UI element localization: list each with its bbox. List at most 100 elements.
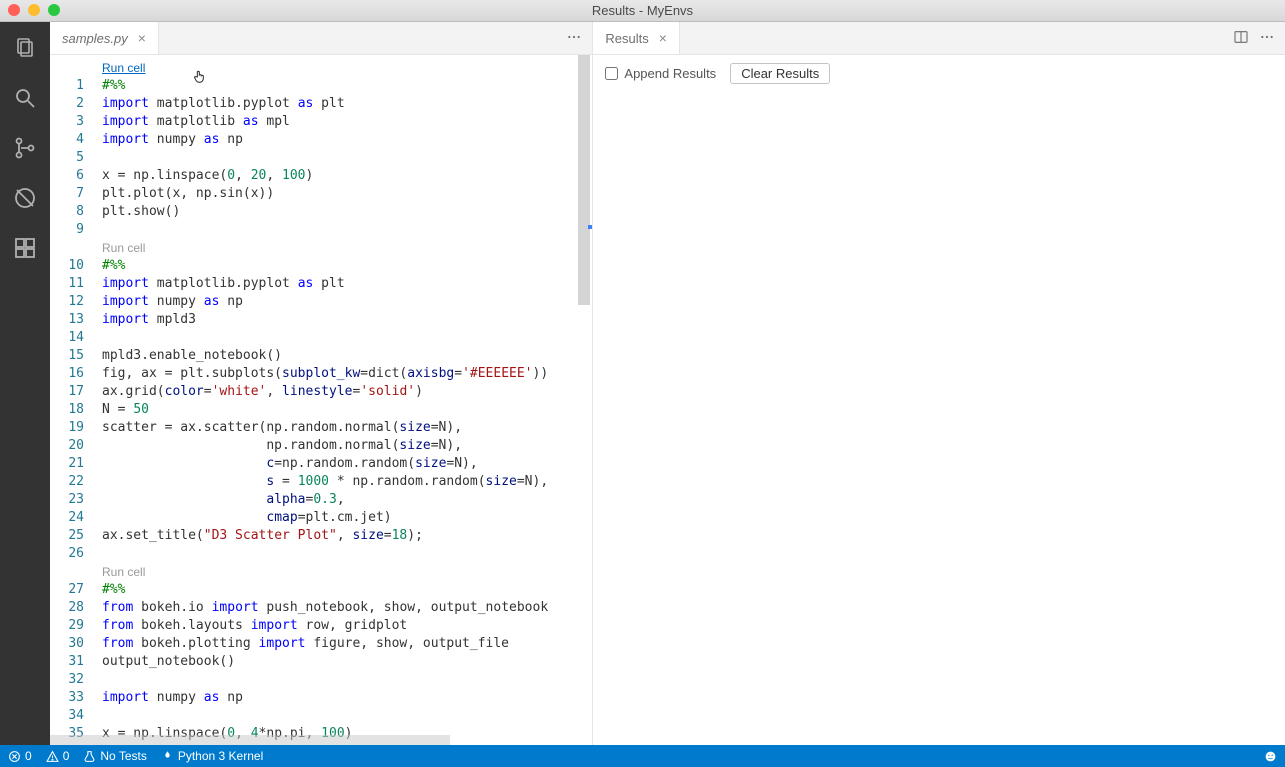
results-toolbar: Append Results Clear Results xyxy=(593,55,1285,92)
tab-label: Results xyxy=(605,31,648,46)
code-line[interactable]: ax.set_title("D3 Scatter Plot", size=18)… xyxy=(102,527,592,545)
tests-label: No Tests xyxy=(100,749,146,763)
code-line[interactable]: N = 50 xyxy=(102,401,592,419)
line-number: 7 xyxy=(50,185,84,203)
code-line[interactable]: np.random.normal(size=N), xyxy=(102,437,592,455)
code-editor[interactable]: 1234567891011121314151617181920212223242… xyxy=(50,55,592,745)
line-number: 12 xyxy=(50,293,84,311)
line-number: 33 xyxy=(50,689,84,707)
window-title: Results - MyEnvs xyxy=(592,3,693,18)
line-number: 27 xyxy=(50,581,84,599)
kernel-label: Python 3 Kernel xyxy=(178,749,263,763)
editor-tabs-left: samples.py × xyxy=(50,22,592,55)
status-errors[interactable]: 0 xyxy=(8,749,32,763)
code-line[interactable]: cmap=plt.cm.jet) xyxy=(102,509,592,527)
minimap[interactable] xyxy=(578,55,592,745)
line-number: 1 xyxy=(50,77,84,95)
code-line[interactable]: plt.plot(x, np.sin(x)) xyxy=(102,185,592,203)
titlebar: Results - MyEnvs xyxy=(0,0,1285,22)
code-line[interactable]: import numpy as np xyxy=(102,689,592,707)
horizontal-scrollbar[interactable] xyxy=(50,735,450,745)
line-number: 13 xyxy=(50,311,84,329)
line-number: 18 xyxy=(50,401,84,419)
source-control-icon[interactable] xyxy=(11,134,39,162)
line-number: 17 xyxy=(50,383,84,401)
status-kernel[interactable]: Python 3 Kernel xyxy=(161,749,263,763)
code-line[interactable]: #%% xyxy=(102,257,592,275)
run-cell-codelens[interactable]: Run cell xyxy=(102,563,592,581)
clear-results-button[interactable]: Clear Results xyxy=(730,63,830,84)
code-line[interactable]: from bokeh.plotting import figure, show,… xyxy=(102,635,592,653)
append-results-label: Append Results xyxy=(624,66,716,81)
code-line[interactable]: ax.grid(color='white', linestyle='solid'… xyxy=(102,383,592,401)
line-number: 6 xyxy=(50,167,84,185)
status-feedback[interactable] xyxy=(1264,750,1277,763)
editor-tabs-right: Results × xyxy=(593,22,1285,55)
code-line[interactable]: import mpld3 xyxy=(102,311,592,329)
status-tests[interactable]: No Tests xyxy=(83,749,146,763)
code-line[interactable]: from bokeh.layouts import row, gridplot xyxy=(102,617,592,635)
traffic-minimize[interactable] xyxy=(28,4,40,16)
debug-icon[interactable] xyxy=(11,184,39,212)
code-line[interactable]: import numpy as np xyxy=(102,131,592,149)
code-line[interactable] xyxy=(102,149,592,167)
split-editor-icon[interactable] xyxy=(1233,29,1249,48)
close-icon[interactable]: × xyxy=(138,31,146,45)
line-number: 19 xyxy=(50,419,84,437)
line-number: 21 xyxy=(50,455,84,473)
explorer-icon[interactable] xyxy=(11,34,39,62)
line-number: 30 xyxy=(50,635,84,653)
line-number: 5 xyxy=(50,149,84,167)
code-line[interactable]: x = np.linspace(0, 20, 100) xyxy=(102,167,592,185)
code-line[interactable]: #%% xyxy=(102,581,592,599)
run-cell-codelens[interactable]: Run cell xyxy=(102,239,592,257)
code-line[interactable]: mpld3.enable_notebook() xyxy=(102,347,592,365)
line-number: 2 xyxy=(50,95,84,113)
append-results-input[interactable] xyxy=(605,67,618,80)
code-line[interactable]: c=np.random.random(size=N), xyxy=(102,455,592,473)
tab-samples-py[interactable]: samples.py × xyxy=(50,22,159,54)
code-line[interactable]: plt.show() xyxy=(102,203,592,221)
search-icon[interactable] xyxy=(11,84,39,112)
code-line[interactable]: import matplotlib as mpl xyxy=(102,113,592,131)
code-line[interactable]: #%% xyxy=(102,77,592,95)
traffic-close[interactable] xyxy=(8,4,20,16)
run-cell-codelens[interactable]: Run cell xyxy=(102,59,592,77)
code-line[interactable]: scatter = ax.scatter(np.random.normal(si… xyxy=(102,419,592,437)
warning-count: 0 xyxy=(63,749,70,763)
line-number: 15 xyxy=(50,347,84,365)
status-bar: 0 0 No Tests Python 3 Kernel xyxy=(0,745,1285,767)
extensions-icon[interactable] xyxy=(11,234,39,262)
tab-label: samples.py xyxy=(62,31,128,46)
traffic-maximize[interactable] xyxy=(48,4,60,16)
line-number: 32 xyxy=(50,671,84,689)
code-line[interactable]: import matplotlib.pyplot as plt xyxy=(102,95,592,113)
line-number: 31 xyxy=(50,653,84,671)
status-warnings[interactable]: 0 xyxy=(46,749,70,763)
activity-bar xyxy=(0,22,50,745)
tab-results[interactable]: Results × xyxy=(593,22,680,54)
code-line[interactable]: s = 1000 * np.random.random(size=N), xyxy=(102,473,592,491)
error-count: 0 xyxy=(25,749,32,763)
code-line[interactable]: import numpy as np xyxy=(102,293,592,311)
more-icon[interactable] xyxy=(566,29,582,48)
code-line[interactable]: alpha=0.3, xyxy=(102,491,592,509)
line-number: 14 xyxy=(50,329,84,347)
more-icon[interactable] xyxy=(1259,29,1275,48)
code-line[interactable] xyxy=(102,329,592,347)
line-number: 4 xyxy=(50,131,84,149)
code-line[interactable] xyxy=(102,671,592,689)
line-number: 16 xyxy=(50,365,84,383)
line-number: 11 xyxy=(50,275,84,293)
close-icon[interactable]: × xyxy=(659,31,667,45)
line-gutter: 1234567891011121314151617181920212223242… xyxy=(50,55,102,745)
line-number: 34 xyxy=(50,707,84,725)
code-line[interactable] xyxy=(102,545,592,563)
append-results-checkbox[interactable]: Append Results xyxy=(605,66,716,81)
code-line[interactable]: import matplotlib.pyplot as plt xyxy=(102,275,592,293)
code-line[interactable] xyxy=(102,707,592,725)
code-line[interactable] xyxy=(102,221,592,239)
code-line[interactable]: from bokeh.io import push_notebook, show… xyxy=(102,599,592,617)
code-line[interactable]: fig, ax = plt.subplots(subplot_kw=dict(a… xyxy=(102,365,592,383)
code-line[interactable]: output_notebook() xyxy=(102,653,592,671)
